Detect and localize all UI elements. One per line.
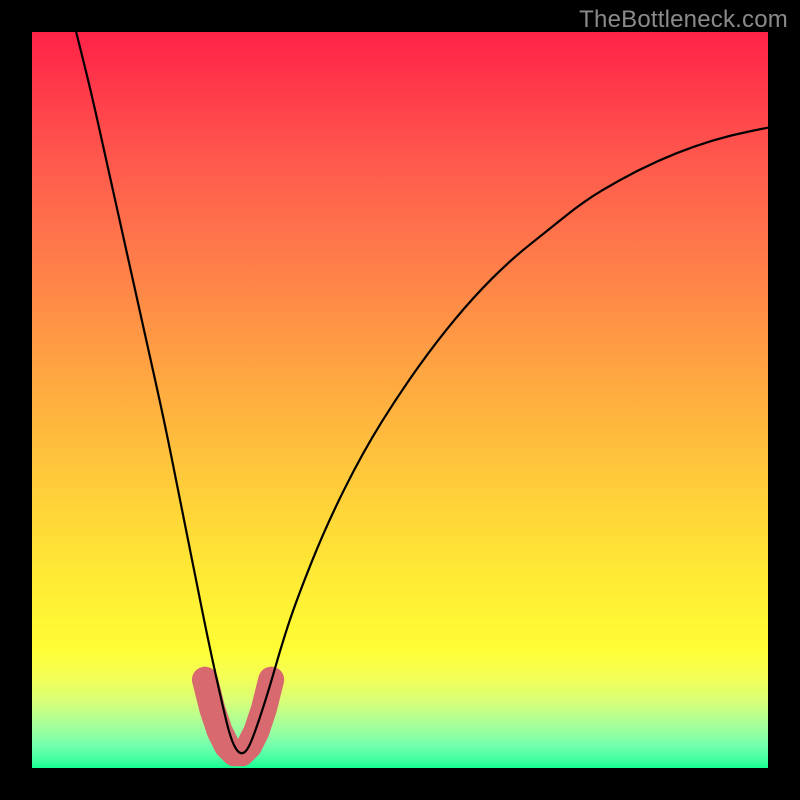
curve-line xyxy=(76,32,768,753)
bottleneck-curve xyxy=(32,32,768,768)
plot-area xyxy=(32,32,768,768)
chart-frame: TheBottleneck.com xyxy=(0,0,800,800)
watermark-text: TheBottleneck.com xyxy=(579,6,788,34)
